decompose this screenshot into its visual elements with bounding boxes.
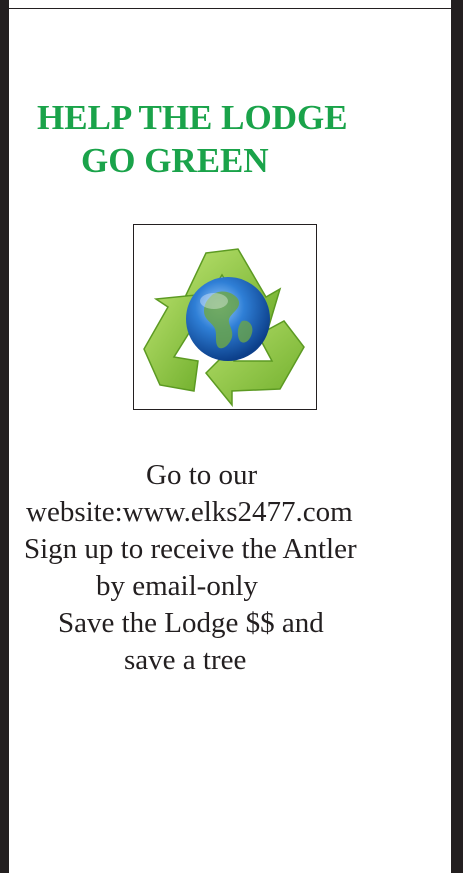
body-line: save a tree	[124, 644, 247, 676]
left-border	[0, 0, 9, 873]
right-border	[451, 0, 463, 873]
body-line: Save the Lodge $$ and	[58, 607, 324, 639]
recycle-image-frame	[133, 224, 317, 410]
headline-line-2: GO GREEN	[81, 141, 269, 180]
body-line: Sign up to receive the Antler	[24, 533, 357, 565]
body-line: by email-only	[96, 570, 258, 602]
website-line: website:www.elks2477.com	[26, 496, 353, 528]
flyer-page: HELP THE LODGE GO GREEN Go to our websit…	[0, 0, 463, 873]
recycle-globe-icon	[143, 248, 305, 408]
headline-line-1: HELP THE LODGE	[37, 98, 348, 137]
body-text: Go to our website:www.elks2477.com Sign …	[0, 457, 463, 679]
top-divider	[9, 0, 451, 9]
headline: HELP THE LODGE GO GREEN	[37, 96, 348, 182]
body-line: Go to our	[146, 459, 258, 491]
